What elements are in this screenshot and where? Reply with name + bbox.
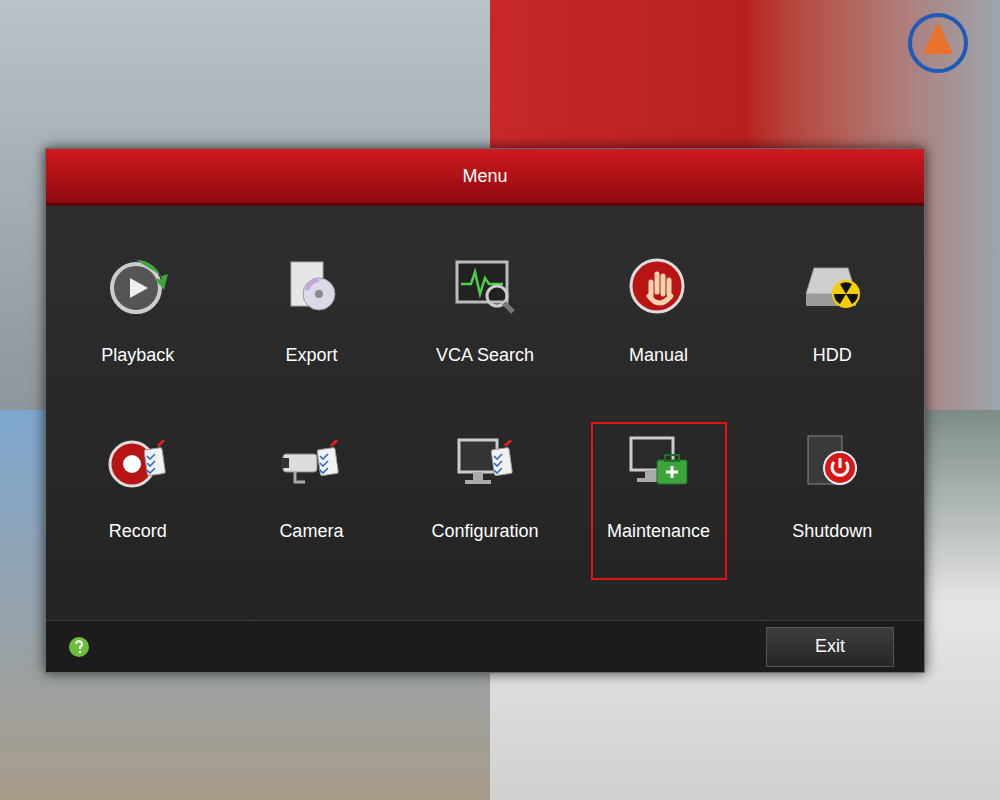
menu-grid: Playback Export VCA Search Manual HDD Record C… bbox=[46, 206, 924, 620]
dialog-title: Menu bbox=[462, 163, 507, 190]
menu-item-label: HDD bbox=[813, 342, 852, 369]
dvr-screen: Menu Playback Export VCA Search Manual HDD Rec… bbox=[0, 0, 1000, 800]
menu-item-label: Shutdown bbox=[792, 518, 872, 545]
brand-logo-icon bbox=[905, 10, 971, 76]
camera-icon bbox=[279, 430, 343, 494]
playback-icon bbox=[106, 254, 170, 318]
menu-item[interactable]: Record bbox=[70, 422, 206, 580]
help-icon[interactable] bbox=[68, 636, 90, 658]
hdd-icon bbox=[800, 254, 864, 318]
menu-item[interactable]: Shutdown bbox=[764, 422, 900, 580]
configuration-icon bbox=[453, 430, 517, 494]
menu-item[interactable]: HDD bbox=[764, 246, 900, 404]
export-icon bbox=[279, 254, 343, 318]
exit-button[interactable]: Exit bbox=[766, 627, 894, 667]
menu-item[interactable]: Manual bbox=[591, 246, 727, 404]
menu-item-label: Configuration bbox=[431, 518, 538, 545]
menu-item[interactable]: Configuration bbox=[417, 422, 553, 580]
menu-item-label: Camera bbox=[279, 518, 343, 545]
menu-item-label: Playback bbox=[101, 342, 174, 369]
menu-item[interactable]: Maintenance bbox=[591, 422, 727, 580]
menu-item-label: Manual bbox=[629, 342, 688, 369]
dialog-footer: Exit bbox=[46, 620, 924, 672]
shutdown-icon bbox=[800, 430, 864, 494]
menu-item-label: Export bbox=[285, 342, 337, 369]
menu-item-label: Maintenance bbox=[607, 518, 710, 545]
menu-dialog: Menu Playback Export VCA Search Manual HDD Rec… bbox=[45, 148, 925, 673]
menu-item-label: VCA Search bbox=[436, 342, 534, 369]
menu-item[interactable]: Export bbox=[243, 246, 379, 404]
manual-record-icon bbox=[627, 254, 691, 318]
menu-item[interactable]: Camera bbox=[243, 422, 379, 580]
menu-item[interactable]: VCA Search bbox=[417, 246, 553, 404]
maintenance-icon bbox=[627, 430, 691, 494]
dialog-header: Menu bbox=[46, 149, 924, 206]
record-icon bbox=[106, 430, 170, 494]
vca-search-icon bbox=[453, 254, 517, 318]
menu-item[interactable]: Playback bbox=[70, 246, 206, 404]
menu-item-label: Record bbox=[109, 518, 167, 545]
